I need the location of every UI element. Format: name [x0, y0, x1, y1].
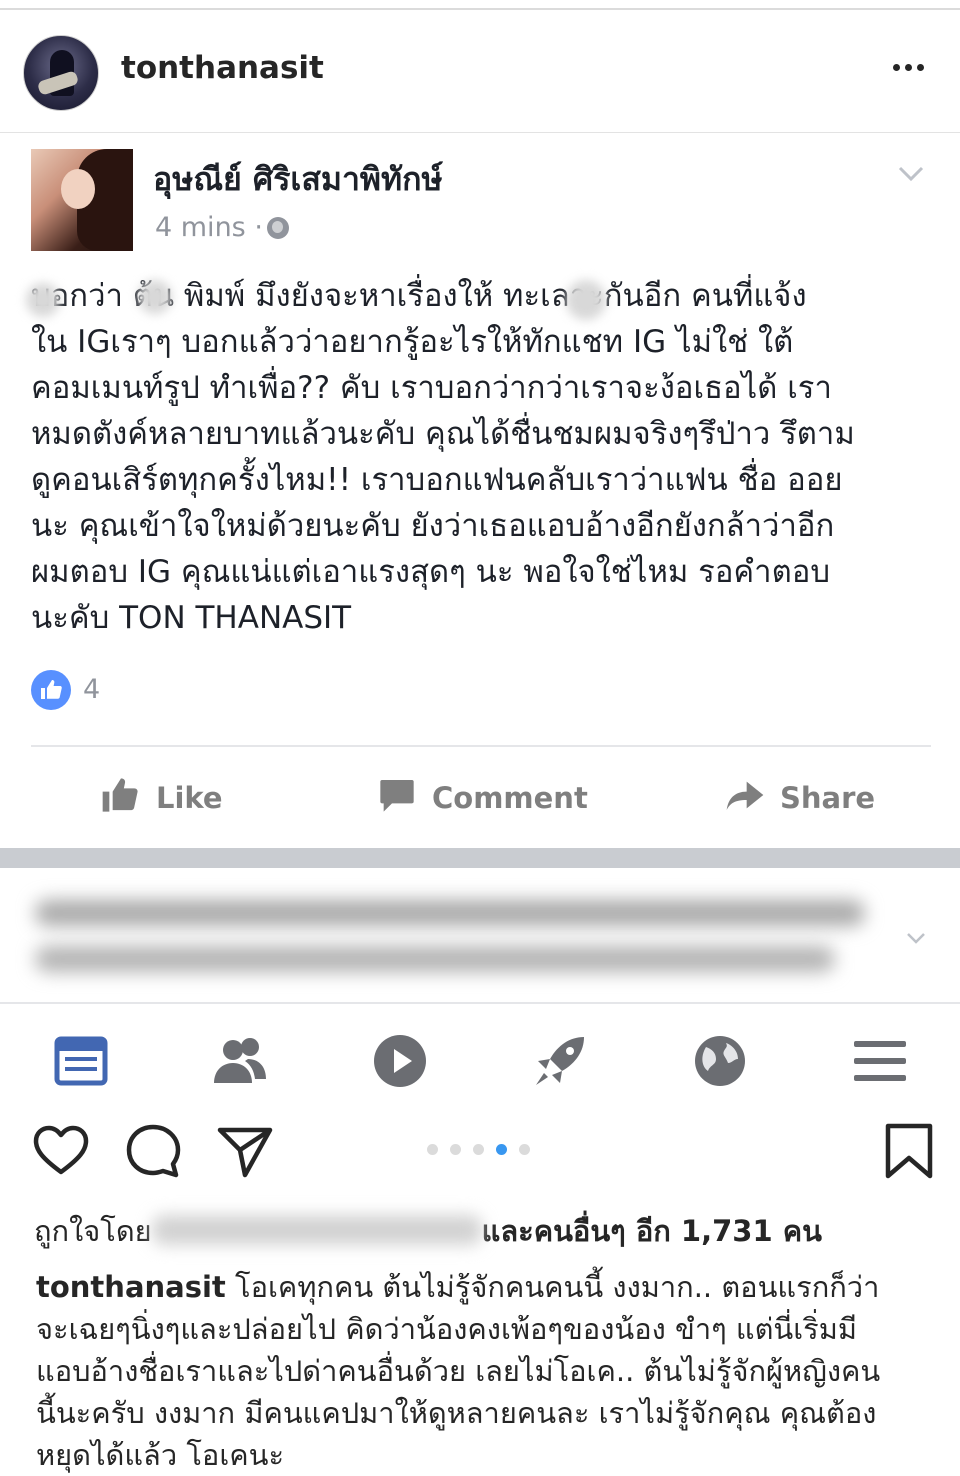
fb-body-line: ใน IGเราๆ บอกแล้วว่าอยากรู้อะไรให้ทักแชท…: [31, 324, 794, 360]
rocket-icon: [536, 1037, 584, 1085]
fb-body-line: นะ คุณเข้าใจใหม่ด้วยนะคับ ยังว่าเธอแอบอ้…: [31, 508, 835, 544]
fb-post-meta: 4 mins ·: [155, 212, 289, 243]
fb-post-time: 4 mins: [155, 212, 246, 243]
share-arrow-icon: [726, 781, 764, 810]
avatar[interactable]: [23, 35, 99, 111]
carousel-indicator: [425, 1141, 535, 1157]
chevron-down-icon: [898, 166, 924, 182]
fb-body-line: คอมเมนท์รูป ทำเพื่อ?? คับ เราบอกว่ากว่าเ…: [31, 370, 832, 406]
more-options-icon[interactable]: [892, 62, 926, 72]
fb-like-button[interactable]: Like: [100, 775, 223, 823]
likes-count-text: และคนอื่นๆ อีก 1,731 คน: [481, 1214, 822, 1248]
fb-author-name: อุษณีย์ ศิริเสมาพิทักษ์: [153, 160, 443, 198]
fb-share-label: Share: [780, 781, 876, 815]
video-play-icon: [374, 1035, 426, 1087]
likes-prefix: ถูกใจโดย: [34, 1214, 152, 1248]
username[interactable]: tonthanasit: [121, 50, 324, 86]
fb-body-line: ดูคอนเสิร์ตทุกครั้งไหม!! เราบอกแฟนคลับเร…: [31, 462, 843, 498]
menu-hamburger-icon: [854, 1041, 906, 1081]
fb-like-label: Like: [156, 781, 223, 815]
post-caption: tonthanasit โอเคทุกคน ต้นไม่รู้จักคนคนนี…: [36, 1266, 936, 1476]
blurred-liker-names: [151, 1215, 482, 1245]
caption-line: จะเฉยๆนิ่งๆและปล่อยไป คิดว่าน้องคงเพ้อๆข…: [36, 1312, 857, 1346]
fb-body-line: หมดตังค์หลายบาทแล้วนะคับ คุณได้ชื่นชมผมจ…: [31, 416, 855, 452]
friends-icon: [214, 1038, 266, 1083]
fb-body-line: นะคับ TON THANASIT: [31, 600, 352, 636]
meta-separator: ·: [254, 212, 263, 243]
caption-line: หยุดได้แล้ว โอเคนะ: [36, 1438, 285, 1472]
caption-line: นี้นะครับ งงมาก มีคนแคปมาให้ดูหลายคนละ เ…: [36, 1396, 877, 1430]
thumbs-up-icon: [102, 778, 138, 812]
like-count: 4: [83, 674, 101, 705]
blur-mark: [26, 283, 60, 317]
news-feed-icon: [54, 1036, 108, 1086]
globe-icon: [695, 1036, 745, 1086]
like-reaction-icon: [31, 670, 71, 710]
caption-line: แอบอ้างชื่อเราและไปด่าคนอื่นด้วย เลยไม่โ…: [36, 1354, 881, 1388]
blur-mark: [138, 280, 172, 314]
post-header: tonthanasit: [0, 10, 960, 133]
fb-author-avatar: [31, 149, 133, 251]
fb-feed-separator: [0, 848, 960, 868]
send-direct-icon[interactable]: [216, 1122, 274, 1180]
fb-comment-label: Comment: [432, 781, 588, 815]
likes-summary[interactable]: ถูกใจโดย และคนอื่นๆ อีก 1,731 คน: [34, 1208, 822, 1254]
blur-mark: [566, 280, 606, 320]
caption-line: โอเคทุกคน ต้นไม่รู้จักคนคนนี้ งงมาก.. ตอ…: [225, 1270, 880, 1304]
carousel-dot: [473, 1144, 484, 1155]
carousel-dot: [450, 1144, 461, 1155]
chevron-down-icon: [907, 933, 925, 944]
carousel-dot-active: [496, 1144, 507, 1155]
fb-nav-divider: [0, 1002, 960, 1004]
fb-share-button[interactable]: Share: [724, 775, 875, 823]
bookmark-icon[interactable]: [880, 1122, 938, 1180]
blurred-next-post: [25, 888, 865, 978]
fb-post-body: บอกว่า ต้น พิมพ์ มึงยังจะหาเรื่องให้ ทะเ…: [31, 273, 931, 641]
fb-divider: [31, 745, 931, 747]
comment-bubble-icon[interactable]: [124, 1122, 182, 1180]
globe-icon: [266, 217, 289, 239]
carousel-dot: [519, 1144, 530, 1155]
carousel-dot: [427, 1144, 438, 1155]
caption-username[interactable]: tonthanasit: [36, 1270, 226, 1304]
fb-comment-button[interactable]: Comment: [376, 775, 588, 823]
fb-body-line: ผมตอบ IG คุณแน่แต่เอาแรงสุดๆ นะ พอใจใช่ไ…: [31, 554, 831, 590]
comment-icon: [380, 780, 414, 812]
heart-icon[interactable]: [32, 1122, 90, 1180]
